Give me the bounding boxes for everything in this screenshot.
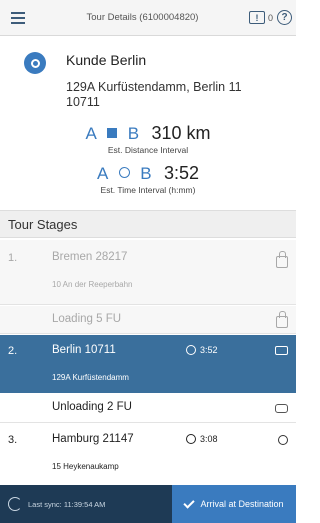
stage-activity-1[interactable]: Loading 5 FU xyxy=(0,306,296,334)
notifications-button[interactable]: ! 0 xyxy=(248,11,277,24)
checkmark-icon xyxy=(183,496,196,509)
stage-number: 3. xyxy=(8,434,18,446)
clock-icon xyxy=(186,345,196,355)
distance-label: Est. Distance Interval xyxy=(107,145,189,155)
stage-address: 129A Kurfüstendamm xyxy=(52,373,129,382)
stage-eta: 3:08 xyxy=(186,434,218,444)
time-to-label: B xyxy=(140,164,152,183)
stage-activity: Unloading 2 FU xyxy=(52,401,132,413)
clock-icon xyxy=(186,434,196,444)
customer-address: 129A Kurfüstendamm, Berlin 11 10711 xyxy=(66,80,242,109)
stage-activity: Loading 5 FU xyxy=(52,313,122,325)
arrival-button-label: Arrival at Destination xyxy=(200,499,284,509)
stage-address: 15 Heykenaukamp xyxy=(52,462,119,471)
distance-to-label: B xyxy=(127,124,140,143)
time-summary: A B 3:52 Est. Time Interval (h:mm) xyxy=(0,163,296,195)
stage-row-1[interactable]: 1. Bremen 28217 10 An der Reeperbahn xyxy=(0,240,296,305)
time-value: 3:52 xyxy=(164,163,200,183)
stage-number: 1. xyxy=(8,252,18,264)
menu-icon[interactable] xyxy=(0,0,36,36)
alert-icon: ! xyxy=(248,11,265,24)
truck-square-icon xyxy=(107,128,118,138)
stage-name: Berlin 10711 xyxy=(52,344,116,356)
stage-number: 2. xyxy=(8,345,18,357)
stage-activity-2[interactable]: Unloading 2 FU xyxy=(0,393,296,423)
lock-icon xyxy=(276,311,288,328)
sync-icon[interactable] xyxy=(8,497,22,511)
page-title: Tour Details (6100004820) xyxy=(86,12,199,23)
stage-name: Hamburg 21147 xyxy=(52,433,134,445)
help-icon[interactable]: ? xyxy=(277,10,292,25)
search-icon[interactable] xyxy=(278,435,288,445)
stage-eta-value: 3:08 xyxy=(200,434,218,444)
stage-eta: 3:52 xyxy=(186,345,218,355)
clock-icon xyxy=(118,167,130,178)
stage-name: Bremen 28217 xyxy=(52,251,128,263)
location-pin-icon xyxy=(24,52,46,74)
footer-bar: Last sync: 11:39:54 AM Arrival at Destin… xyxy=(0,485,296,523)
distance-summary: A B 310 km Est. Distance Interval xyxy=(0,123,296,155)
distance-value: 310 km xyxy=(151,123,211,143)
customer-summary: Kunde Berlin 129A Kurfüstendamm, Berlin … xyxy=(0,38,296,208)
stage-row-3[interactable]: 3. Hamburg 21147 15 Heykenaukamp 3:08 xyxy=(0,424,296,482)
time-label: Est. Time Interval (h:mm) xyxy=(100,185,196,195)
tour-stages-heading: Tour Stages xyxy=(0,210,296,238)
app-header: Tour Details (6100004820) ! 0 ? xyxy=(0,0,296,36)
lock-icon xyxy=(276,251,288,268)
stage-row-2[interactable]: 2. Berlin 10711 129A Kurfüstendamm 3:52 xyxy=(0,335,296,393)
notification-count: 0 xyxy=(267,12,273,23)
truck-icon xyxy=(275,346,288,355)
last-sync-text: Last sync: 11:39:54 AM xyxy=(28,499,106,509)
customer-name: Kunde Berlin xyxy=(66,52,147,68)
distance-from-label: A xyxy=(85,124,97,143)
stage-eta-value: 3:52 xyxy=(200,345,218,355)
sync-status[interactable]: Last sync: 11:39:54 AM xyxy=(0,497,172,511)
stage-address: 10 An der Reeperbahn xyxy=(52,280,133,289)
unload-truck-icon xyxy=(275,404,288,413)
time-from-label: A xyxy=(96,164,109,183)
arrival-at-destination-button[interactable]: Arrival at Destination xyxy=(172,485,296,523)
